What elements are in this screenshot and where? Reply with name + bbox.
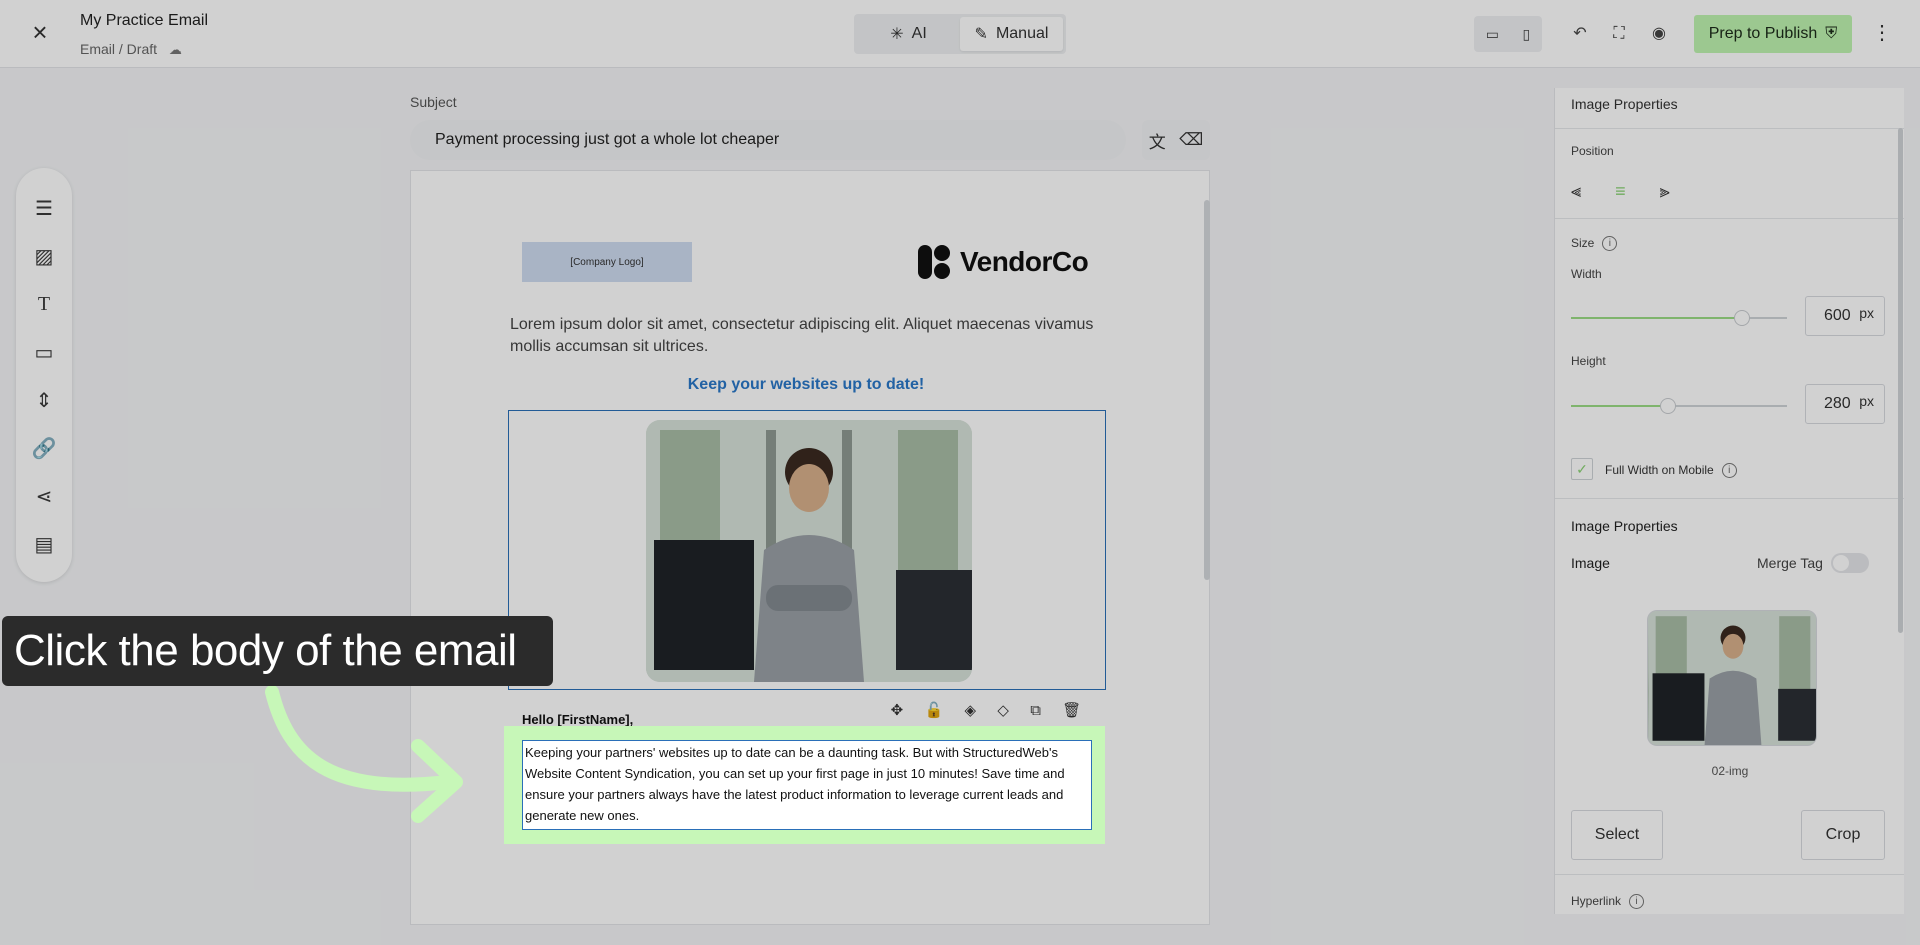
layer-up-icon[interactable]: ◈ <box>965 701 977 719</box>
crop-image-button[interactable]: Crop <box>1801 810 1885 860</box>
properties-panel: Image Properties Position ⫷ ≡ ⫸ Size i Wi… <box>1554 88 1904 914</box>
callout-arrow-icon <box>265 686 463 823</box>
canvas-scrollbar[interactable] <box>1204 200 1210 580</box>
mode-ai-button[interactable]: ✳ AI <box>857 17 960 51</box>
hero-image[interactable] <box>646 420 972 682</box>
merge-tag-label: Merge Tag <box>1757 555 1823 571</box>
image-label: Image <box>1571 555 1610 571</box>
merge-tag-toggle[interactable] <box>1831 553 1869 573</box>
left-toolbar: ☰ ▨ T ▭ ⇕ 🔗 ⋖ ▤ <box>16 168 72 582</box>
prep-to-publish-button[interactable]: Prep to Publish ⛨ <box>1694 15 1852 53</box>
width-label: Width <box>1571 267 1602 281</box>
rows-icon[interactable]: ☰ <box>30 194 58 222</box>
subject-tools: 文 ⌫ <box>1142 120 1210 160</box>
position-label: Position <box>1571 144 1614 158</box>
align-left-icon[interactable]: ⫷ <box>1571 181 1581 205</box>
mode-manual-label: Manual <box>995 25 1049 42</box>
height-slider-handle[interactable] <box>1660 398 1677 414</box>
close-icon[interactable]: × <box>28 19 52 45</box>
block-toolbar: ✥ 🔓 ◈ ◇ ⧉ 🗑 <box>880 696 1092 724</box>
duplicate-icon[interactable]: ⧉ <box>1030 702 1041 719</box>
full-width-checkbox[interactable]: ✓ <box>1571 458 1593 480</box>
vendor-name: VendorCo <box>960 246 1089 277</box>
image-thumbnail[interactable] <box>1647 610 1817 746</box>
mode-ai-label: AI <box>911 25 927 42</box>
vendor-logo[interactable]: VendorCo <box>918 242 1089 282</box>
layer-down-icon[interactable]: ◇ <box>997 701 1009 719</box>
preview-icon[interactable]: ◉ <box>1647 22 1671 46</box>
mode-manual-button[interactable]: ✎ Manual <box>960 17 1063 51</box>
link-icon[interactable]: 🔗 <box>30 434 58 462</box>
width-unit: px <box>1859 305 1874 321</box>
align-right-icon[interactable]: ⫸ <box>1660 181 1670 205</box>
share-icon[interactable]: ⋖ <box>30 482 58 510</box>
width-slider[interactable] <box>1571 310 1787 326</box>
full-width-label: Full Width on Mobile i <box>1605 463 1737 479</box>
width-value: 600 <box>1824 307 1851 324</box>
breadcrumb-text: Email / Draft <box>80 41 158 57</box>
unlock-icon[interactable]: 🔓 <box>925 701 944 719</box>
select-image-button[interactable]: Select <box>1571 810 1663 860</box>
fullscreen-icon[interactable]: ⛶ <box>1607 22 1631 46</box>
device-switcher: ▭ ▯ <box>1474 16 1542 52</box>
email-headline[interactable]: Keep your websites up to date! <box>510 376 1102 394</box>
height-input[interactable]: 280 px <box>1805 384 1885 424</box>
move-icon[interactable]: ✥ <box>891 701 904 719</box>
hero-photo-illustration <box>646 420 972 682</box>
vendor-mark-icon <box>918 243 952 281</box>
width-slider-fill <box>1571 317 1742 319</box>
size-info-icon[interactable]: i <box>1602 236 1618 252</box>
text-icon[interactable]: T <box>30 290 58 318</box>
panel-scrollbar[interactable] <box>1898 128 1903 633</box>
height-slider[interactable] <box>1571 398 1787 414</box>
trash-icon[interactable]: 🗑 <box>1062 701 1081 719</box>
desktop-icon[interactable]: ▭ <box>1486 26 1499 43</box>
image-filename: 02-img <box>1711 764 1749 778</box>
cloud-icon: ☁ <box>168 42 182 57</box>
hyperlink-info-icon[interactable]: i <box>1629 894 1645 910</box>
eraser-icon[interactable]: ⌫ <box>1179 130 1203 150</box>
mobile-icon[interactable]: ▯ <box>1523 26 1531 43</box>
footer-icon[interactable]: ▤ <box>30 530 58 558</box>
intro-paragraph[interactable]: Lorem ipsum dolor sit amet, consectetur … <box>510 314 1110 358</box>
rocket-icon: ⛨ <box>1825 25 1838 42</box>
image-properties-heading: Image Properties <box>1571 518 1678 534</box>
height-unit: px <box>1859 393 1874 409</box>
mode-toggle: ✳ AI ✎ Manual <box>854 14 1066 54</box>
size-label: Size i <box>1571 236 1618 252</box>
subject-input[interactable]: Payment processing just got a whole lot … <box>410 120 1126 160</box>
position-options: ⫷ ≡ ⫸ <box>1571 181 1721 205</box>
image-icon[interactable]: ▨ <box>30 242 58 270</box>
align-center-icon[interactable]: ≡ <box>1615 181 1626 205</box>
width-slider-handle[interactable] <box>1733 310 1750 326</box>
company-logo-placeholder[interactable]: [Company Logo] <box>522 242 692 282</box>
pencil-icon: ✎ <box>974 26 988 43</box>
document-title: My Practice Email <box>80 12 209 29</box>
top-bar: × My Practice Email Email / Draft ☁ ✳ AI… <box>0 0 1920 68</box>
height-label: Height <box>1571 354 1606 368</box>
height-value: 280 <box>1824 395 1851 412</box>
height-slider-fill <box>1571 405 1669 407</box>
more-options-icon[interactable]: ⋮ <box>1872 20 1892 45</box>
publish-label: Prep to Publish <box>1708 25 1818 42</box>
tutorial-callout: Click the body of the email <box>2 616 553 686</box>
panel-title: Image Properties <box>1571 96 1678 112</box>
width-input[interactable]: 600 px <box>1805 296 1885 336</box>
button-icon[interactable]: ▭ <box>30 338 58 366</box>
sparkle-icon: ✳ <box>890 26 904 43</box>
undo-icon[interactable]: ↶ <box>1568 22 1592 46</box>
translate-icon[interactable]: 文 <box>1149 128 1166 153</box>
thumbnail-illustration <box>1648 611 1816 745</box>
full-width-info-icon[interactable]: i <box>1721 463 1737 479</box>
hyperlink-label: Hyperlink i <box>1571 894 1645 910</box>
email-body-text[interactable]: Keeping your partners' websites up to da… <box>522 740 1092 830</box>
greeting-text[interactable]: Hello [FirstName], <box>522 712 633 727</box>
subject-label: Subject <box>410 94 457 110</box>
breadcrumb: Email / Draft ☁ <box>80 41 182 58</box>
spacer-icon[interactable]: ⇕ <box>30 386 58 414</box>
